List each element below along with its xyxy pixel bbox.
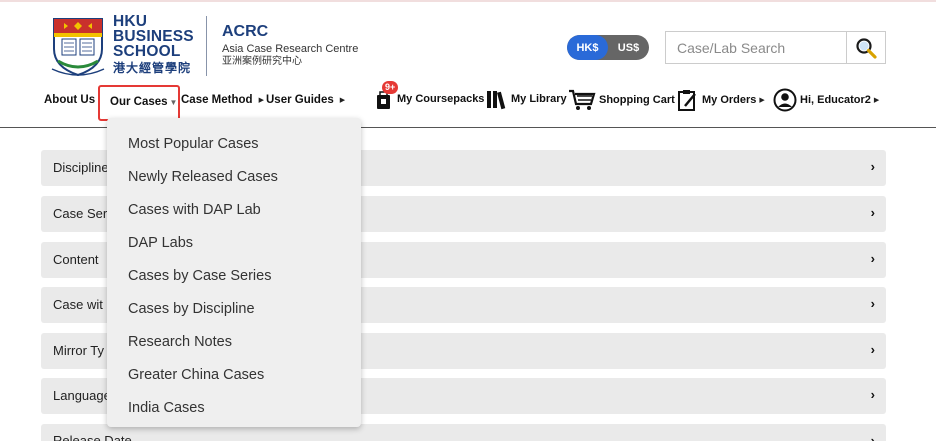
chevron-right-icon: › (870, 159, 875, 174)
my-orders-link[interactable]: My Orders ▶ (677, 88, 765, 112)
currency-hkd-option[interactable]: HK$ (567, 35, 608, 60)
my-orders-label: My Orders (702, 94, 757, 106)
menu-item-india-cases[interactable]: India Cases (107, 391, 361, 424)
hku-crest-logo[interactable] (48, 15, 108, 77)
filter-row-label: Language (53, 388, 111, 403)
nav-user-guides[interactable]: User Guides ▶ (266, 94, 345, 106)
nav-about-us[interactable]: About Us (44, 94, 95, 106)
centre-name: ACRC Asia Case Research Centre 亚洲案例研究中心 (222, 23, 359, 67)
chevron-right-icon: › (870, 251, 875, 266)
caret-right-icon: ▶ (258, 97, 264, 104)
filter-row-label: Case Ser (53, 206, 108, 221)
search-icon (856, 37, 877, 59)
coursepacks-badge: 9+ (382, 81, 399, 94)
our-cases-dropdown: Most Popular Cases Newly Released Cases … (107, 118, 361, 427)
nav-our-cases-label: Our Cases (110, 96, 168, 108)
menu-item-greater-china-cases[interactable]: Greater China Cases (107, 358, 361, 391)
filter-row-label: Case wit (53, 297, 103, 312)
nav-our-cases[interactable]: Our Cases ▼ (98, 85, 180, 121)
top-accent-line (0, 0, 936, 2)
menu-item-research-notes[interactable]: Research Notes (107, 325, 361, 358)
menu-item-cases-by-case-series[interactable]: Cases by Case Series (107, 260, 361, 293)
nav-about-us-label: About Us (44, 94, 96, 106)
account-menu[interactable]: Hi, Educator2 ▶ (773, 88, 879, 112)
chevron-right-icon: › (870, 205, 875, 220)
search-input[interactable] (666, 32, 847, 63)
caret-right-icon: ▶ (759, 97, 765, 104)
orders-icon (678, 90, 696, 111)
account-label: Hi, Educator2 (800, 94, 871, 106)
chevron-right-icon: › (870, 342, 875, 357)
filter-row-label: Mirror Ty (53, 343, 105, 358)
filter-row-label: Release Date (53, 433, 132, 441)
caret-right-icon: ▶ (873, 97, 880, 104)
menu-item-cases-by-discipline[interactable]: Cases by Discipline (107, 292, 361, 325)
nav-user-guides-label: User Guides (266, 94, 334, 106)
cart-icon (569, 89, 596, 110)
menu-item-dap-labs[interactable]: DAP Labs (107, 227, 361, 260)
caret-right-icon: ▶ (339, 97, 346, 104)
chevron-right-icon: › (870, 433, 875, 441)
menu-item-most-popular-cases[interactable]: Most Popular Cases (107, 128, 361, 161)
my-library-link[interactable]: My Library (486, 88, 567, 110)
caret-down-icon: ▼ (169, 98, 178, 107)
my-coursepacks-label: My Coursepacks (397, 93, 485, 105)
search-button[interactable] (846, 32, 885, 63)
user-avatar-icon (773, 88, 797, 112)
nav-case-method-label: Case Method (181, 94, 253, 106)
currency-toggle[interactable]: HK$ US$ (567, 35, 649, 60)
logo-divider (206, 16, 207, 76)
shopping-cart-link[interactable]: Shopping Cart (568, 88, 675, 112)
chevron-right-icon: › (870, 387, 875, 402)
chevron-right-icon: › (870, 296, 875, 311)
filter-row-label: Content (53, 252, 99, 267)
menu-item-cases-with-dap-lab[interactable]: Cases with DAP Lab (107, 194, 361, 227)
menu-item-newly-released-cases[interactable]: Newly Released Cases (107, 161, 361, 194)
shopping-cart-label: Shopping Cart (599, 94, 675, 106)
school-name: HKU BUSINESS SCHOOL 港大經管學院 (113, 13, 194, 75)
my-library-label: My Library (511, 93, 567, 105)
nav-case-method[interactable]: Case Method ▶ (181, 94, 264, 106)
search-box (665, 31, 886, 64)
library-icon (487, 91, 506, 110)
currency-usd-option[interactable]: US$ (608, 35, 649, 60)
filter-row-label: Discipline (53, 160, 109, 175)
